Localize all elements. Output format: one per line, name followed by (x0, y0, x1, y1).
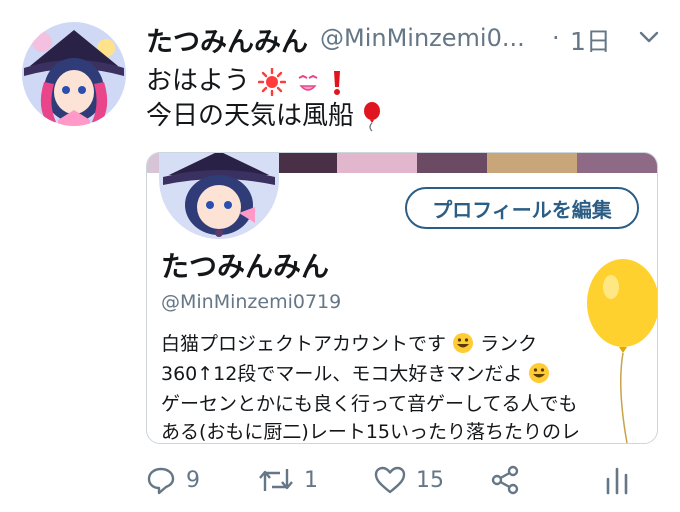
like-count: 15 (416, 467, 444, 493)
smirk-emoji (298, 74, 317, 91)
retweet-button[interactable]: 1 (258, 460, 318, 500)
tweet-text-line-2: 今日の天気は風船 (146, 95, 382, 133)
card-bio-line-3: ゲーセンとかにも良く行って音ゲーしてる人でも (161, 393, 578, 415)
like-icon (374, 466, 406, 494)
bio-text: 白猫プロジェクトアカウントです (161, 333, 447, 355)
card-bio-line-2: 360↑12段でマール、モコ大好きマンだよ (161, 359, 550, 386)
card-bio-line-1: 白猫プロジェクトアカウントです ランク (161, 329, 537, 356)
balloon-decoration (587, 259, 657, 443)
share-button[interactable] (490, 460, 530, 500)
card-bio-line-4: ある(おもに厨二)レート15いったり落ちたりのレ (161, 421, 581, 443)
card-user-handle: @MinMinzemi0719 (161, 291, 342, 313)
tweet-text: 今日の天気は風船 (146, 101, 355, 131)
retweet-count: 1 (304, 467, 318, 493)
reply-icon (147, 467, 175, 495)
card-display-name: たつみんみん (161, 250, 330, 283)
tweet-text: おはよう (146, 66, 251, 96)
tweet-text-line-1: おはよう (146, 60, 345, 97)
grin-emoji (529, 363, 550, 383)
analytics-icon (606, 467, 628, 495)
like-button[interactable]: 15 (374, 460, 444, 500)
analytics-button[interactable] (604, 460, 640, 500)
timestamp[interactable]: 1日 (570, 22, 611, 58)
exclamation-emoji (333, 70, 340, 95)
retweet-icon (259, 469, 293, 491)
reply-button[interactable]: 9 (146, 460, 200, 500)
share-icon (491, 465, 519, 495)
bio-text: 360↑12段でマール、モコ大好きマンだよ (161, 363, 523, 385)
profile-card[interactable]: プロフィールを編集 たつみんみん @MinMinzemi0719 白猫プロジェク… (146, 152, 658, 444)
separator-dot: · (552, 24, 560, 52)
reply-count: 9 (186, 467, 200, 493)
user-handle[interactable]: @MinMinzemi0... (320, 24, 525, 52)
sun-emoji (258, 67, 287, 96)
card-avatar[interactable] (159, 153, 279, 239)
display-name[interactable]: たつみんみん (146, 20, 308, 59)
grin-emoji (453, 333, 474, 353)
chevron-down-icon[interactable] (638, 26, 660, 48)
avatar[interactable] (22, 22, 126, 126)
tweet-header: たつみんみん @MinMinzemi0... · 1日 (146, 18, 660, 58)
balloon-emoji (364, 101, 381, 131)
bio-text: ランク (480, 333, 538, 355)
edit-profile-button[interactable]: プロフィールを編集 (405, 187, 639, 229)
